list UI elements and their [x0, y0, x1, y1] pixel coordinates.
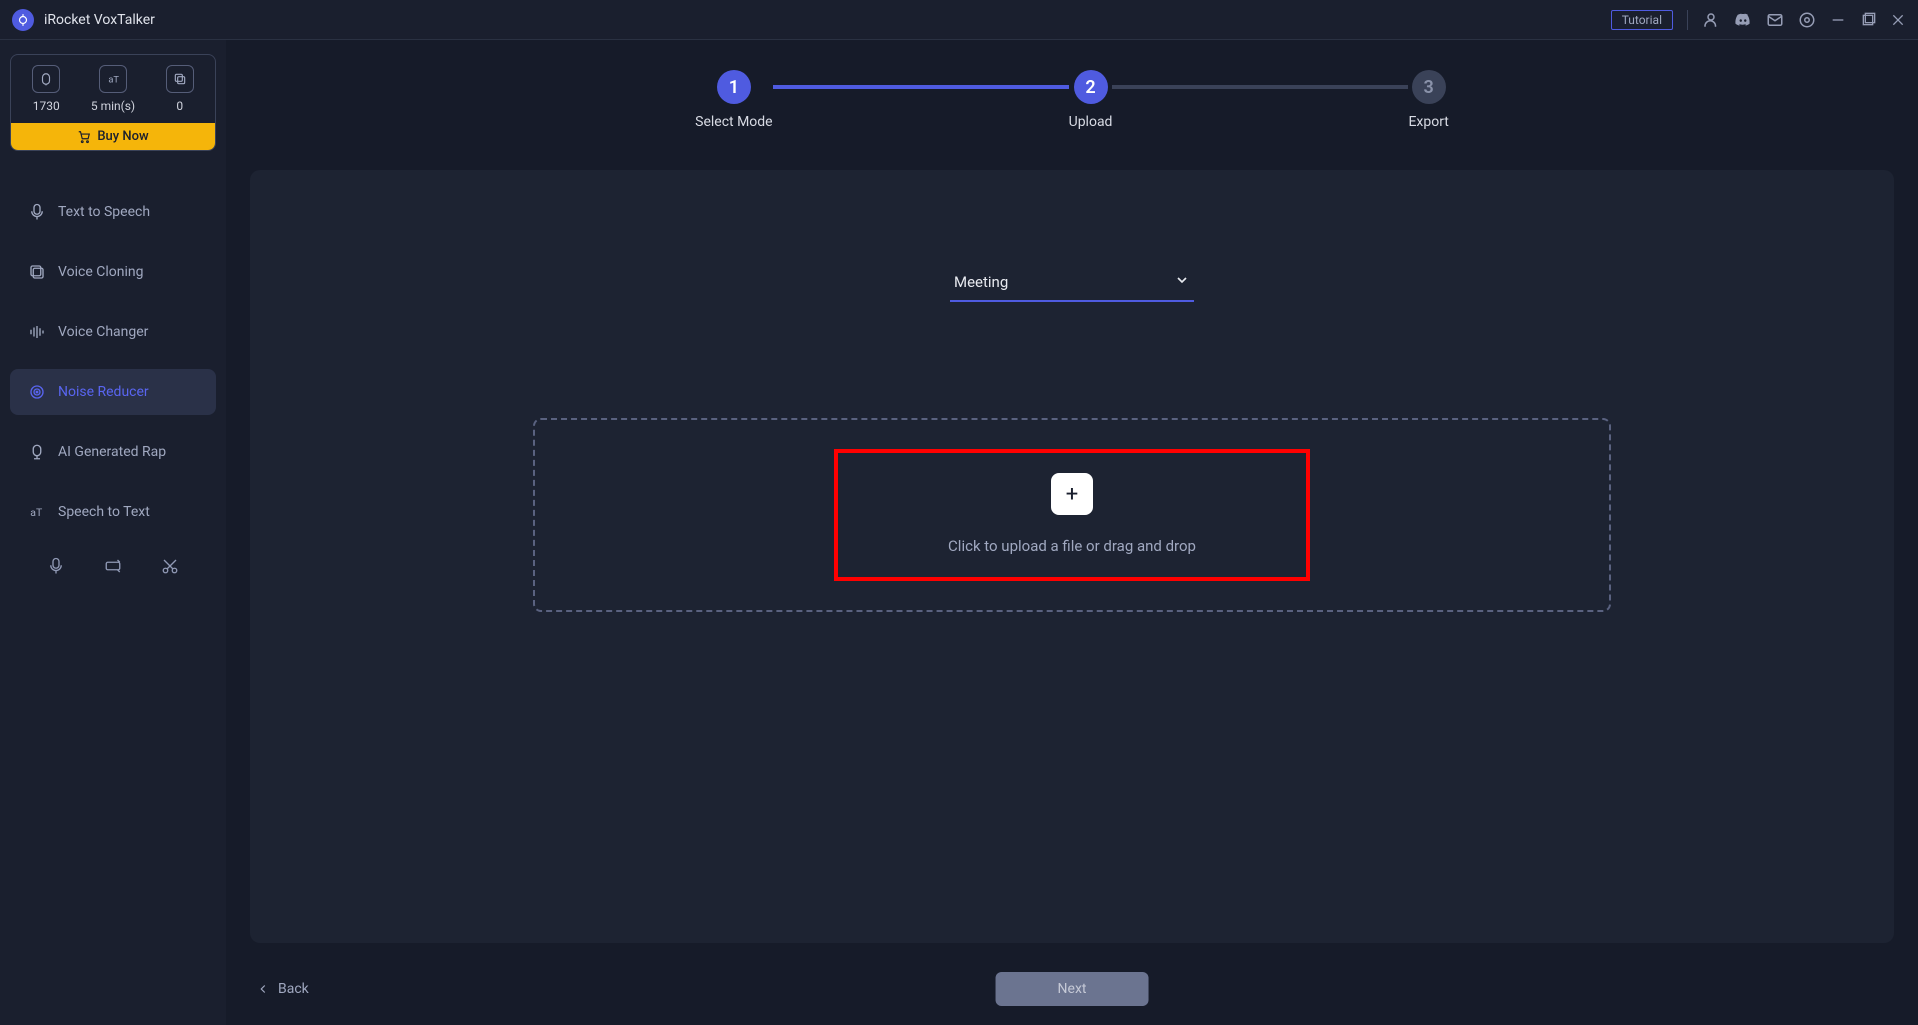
sidebar-item-voice-changer[interactable]: Voice Changer — [10, 309, 216, 355]
buy-now-button[interactable]: Buy Now — [11, 123, 215, 150]
sidebar-item-label: Voice Changer — [58, 324, 148, 340]
noise-icon — [28, 383, 46, 401]
sidebar: 1730 aT 5 min(s) 0 Buy Now — [0, 40, 226, 1025]
characters-icon — [32, 65, 60, 93]
dropdown-selected: Meeting — [954, 273, 1008, 291]
mic-icon — [28, 203, 46, 221]
step-connector — [1112, 85, 1408, 89]
sidebar-item-label: Noise Reducer — [58, 384, 149, 400]
upload-highlight: + Click to upload a file or drag and dro… — [834, 449, 1310, 581]
credit-value: 5 min(s) — [91, 99, 135, 113]
chevron-down-icon — [1174, 272, 1190, 292]
maximize-icon[interactable] — [1860, 12, 1876, 28]
app-title: iRocket VoxTalker — [44, 12, 155, 28]
main-panel: Meeting + Click to upload a file or drag… — [250, 170, 1894, 943]
upload-dropzone[interactable]: + Click to upload a file or drag and dro… — [533, 418, 1611, 612]
step-export: 3 Export — [1408, 70, 1448, 130]
svg-text:aT: aT — [30, 506, 43, 519]
discord-icon[interactable] — [1734, 11, 1752, 29]
sidebar-item-label: Voice Cloning — [58, 264, 143, 280]
mail-icon[interactable] — [1766, 11, 1784, 29]
step-upload: 2 Upload — [1069, 70, 1113, 130]
divider — [1687, 10, 1688, 30]
step-label: Upload — [1069, 114, 1113, 130]
sidebar-item-label: AI Generated Rap — [58, 444, 166, 460]
waveform-icon — [28, 323, 46, 341]
tutorial-button[interactable]: Tutorial — [1611, 10, 1673, 30]
cut-icon[interactable] — [161, 557, 179, 579]
upload-add-button[interactable]: + — [1051, 473, 1093, 515]
time-icon: aT — [99, 65, 127, 93]
buy-now-label: Buy Now — [97, 129, 148, 144]
credit-clones: 0 — [166, 65, 194, 113]
credit-value: 0 — [176, 99, 183, 113]
credit-characters: 1730 — [32, 65, 60, 113]
step-number: 2 — [1074, 70, 1108, 104]
step-label: Select Mode — [695, 114, 772, 130]
back-button[interactable]: Back — [256, 981, 309, 997]
step-number: 3 — [1412, 70, 1446, 104]
record-icon[interactable] — [47, 557, 65, 579]
text-icon: aT — [28, 503, 46, 521]
step-label: Export — [1408, 114, 1448, 130]
rap-icon — [28, 443, 46, 461]
copy-icon — [166, 65, 194, 93]
step-number: 1 — [717, 70, 751, 104]
clone-icon — [28, 263, 46, 281]
minimize-icon[interactable] — [1830, 12, 1846, 28]
close-icon[interactable] — [1890, 12, 1906, 28]
sidebar-item-noise-reducer[interactable]: Noise Reducer — [10, 369, 216, 415]
mode-dropdown[interactable]: Meeting — [950, 264, 1194, 302]
sidebar-item-label: Speech to Text — [58, 504, 150, 520]
app-logo-icon — [12, 9, 34, 31]
credit-minutes: aT 5 min(s) — [91, 65, 135, 113]
sidebar-item-speech-to-text[interactable]: aT Speech to Text — [10, 489, 216, 535]
settings-icon[interactable] — [1798, 11, 1816, 29]
credit-value: 1730 — [33, 99, 60, 113]
sidebar-item-ai-rap[interactable]: AI Generated Rap — [10, 429, 216, 475]
step-connector — [773, 85, 1069, 89]
loop-icon[interactable] — [104, 557, 122, 579]
sidebar-item-voice-cloning[interactable]: Voice Cloning — [10, 249, 216, 295]
sidebar-item-label: Text to Speech — [58, 204, 150, 220]
user-icon[interactable] — [1702, 11, 1720, 29]
step-select-mode: 1 Select Mode — [695, 70, 772, 130]
cart-icon — [77, 130, 91, 144]
credits-box: 1730 aT 5 min(s) 0 Buy Now — [10, 54, 216, 151]
next-button[interactable]: Next — [996, 972, 1149, 1006]
chevron-left-icon — [256, 982, 270, 996]
svg-text:aT: aT — [108, 75, 119, 86]
back-label: Back — [278, 981, 309, 997]
progress-steps: 1 Select Mode 2 Upload 3 Export — [226, 40, 1918, 156]
sidebar-item-text-to-speech[interactable]: Text to Speech — [10, 189, 216, 235]
upload-instruction: Click to upload a file or drag and drop — [948, 537, 1196, 555]
